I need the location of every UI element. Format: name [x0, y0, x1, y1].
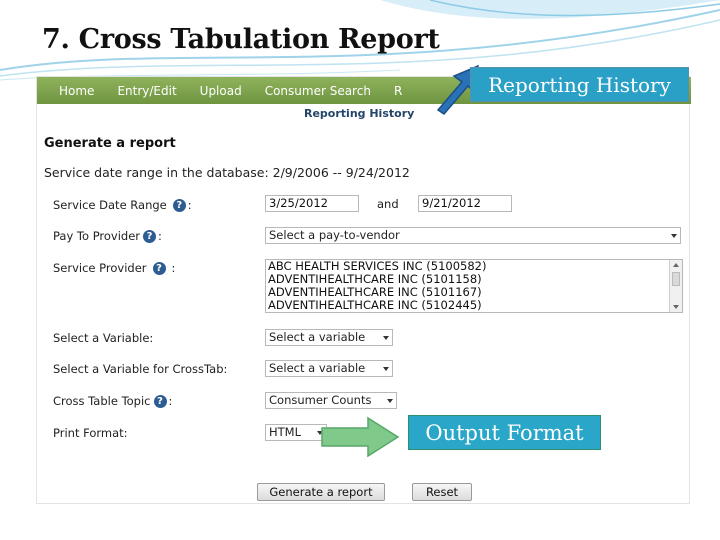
label-colon: : [187, 198, 192, 212]
print-format-select[interactable]: HTML [265, 424, 327, 441]
label-colon: : [168, 394, 173, 408]
start-date-input[interactable]: 3/25/2012 [265, 195, 359, 212]
help-icon[interactable]: ? [172, 198, 186, 212]
cross-table-topic-select[interactable]: Consumer Counts [265, 392, 397, 409]
print-format-label: Print Format: [53, 426, 128, 440]
service-date-range-label: Service Date Range ?: [53, 198, 192, 212]
nav-entry-edit[interactable]: Entry/Edit [117, 84, 176, 98]
pay-to-provider-text: Pay To Provider [53, 229, 141, 243]
help-icon[interactable]: ? [153, 394, 167, 408]
cross-table-topic-text: Cross Table Topic [53, 394, 151, 408]
scroll-up-icon[interactable] [673, 263, 679, 267]
variable-value: Select a variable [269, 330, 366, 344]
service-provider-listbox[interactable]: ABC HEALTH SERVICES INC (5100582) ADVENT… [265, 259, 683, 313]
reset-button[interactable]: Reset [412, 483, 472, 501]
scroll-down-icon[interactable] [673, 305, 679, 309]
nav-upload[interactable]: Upload [200, 84, 242, 98]
listbox-scrollbar[interactable] [669, 260, 682, 312]
pay-to-provider-select[interactable]: Select a pay-to-vendor [265, 227, 681, 244]
help-icon[interactable]: ? [143, 229, 157, 243]
chevron-down-icon [383, 367, 389, 371]
pay-to-provider-label: Pay To Provider ?: [53, 229, 162, 243]
service-provider-text: Service Provider [53, 261, 147, 275]
nav-reports[interactable]: R [394, 84, 402, 98]
cross-table-topic-value: Consumer Counts [269, 393, 372, 407]
output-format-callout: Output Format [408, 415, 601, 450]
variable-label: Select a Variable: [53, 331, 154, 345]
service-date-range-text: Service Date Range [53, 198, 167, 212]
crosstab-variable-label: Select a Variable for CrossTab: [53, 362, 228, 376]
variable-select[interactable]: Select a variable [265, 329, 393, 346]
cross-table-topic-label: Cross Table Topic ?: [53, 394, 172, 408]
help-icon[interactable]: ? [152, 261, 166, 275]
nav-consumer-search[interactable]: Consumer Search [265, 84, 371, 98]
generate-report-button[interactable]: Generate a report [257, 483, 385, 501]
list-item[interactable]: ADVENTIHEALTHCARE INC (5102445) [266, 299, 682, 312]
pay-to-provider-value: Select a pay-to-vendor [269, 228, 400, 242]
nav-home[interactable]: Home [59, 84, 94, 98]
subnav-reporting-history[interactable]: Reporting History [304, 107, 414, 120]
crosstab-variable-select[interactable]: Select a variable [265, 360, 393, 377]
print-format-value: HTML [269, 425, 302, 439]
crosstab-variable-value: Select a variable [269, 361, 366, 375]
label-colon: : [171, 261, 176, 275]
scrollbar-thumb[interactable] [672, 272, 680, 286]
date-range-info: Service date range in the database: 2/9/… [44, 165, 410, 180]
date-and-label: and [377, 197, 399, 211]
end-date-input[interactable]: 9/21/2012 [418, 195, 512, 212]
slide-title: 7. Cross Tabulation Report [42, 24, 440, 55]
chevron-down-icon [387, 399, 393, 403]
form-heading: Generate a report [44, 136, 176, 151]
reporting-history-callout: Reporting History [470, 67, 689, 102]
service-provider-label: Service Provider ?: [53, 261, 175, 275]
chevron-down-icon [671, 234, 677, 238]
arrow-right-icon [321, 416, 400, 458]
label-colon: : [158, 229, 162, 243]
chevron-down-icon [383, 336, 389, 340]
